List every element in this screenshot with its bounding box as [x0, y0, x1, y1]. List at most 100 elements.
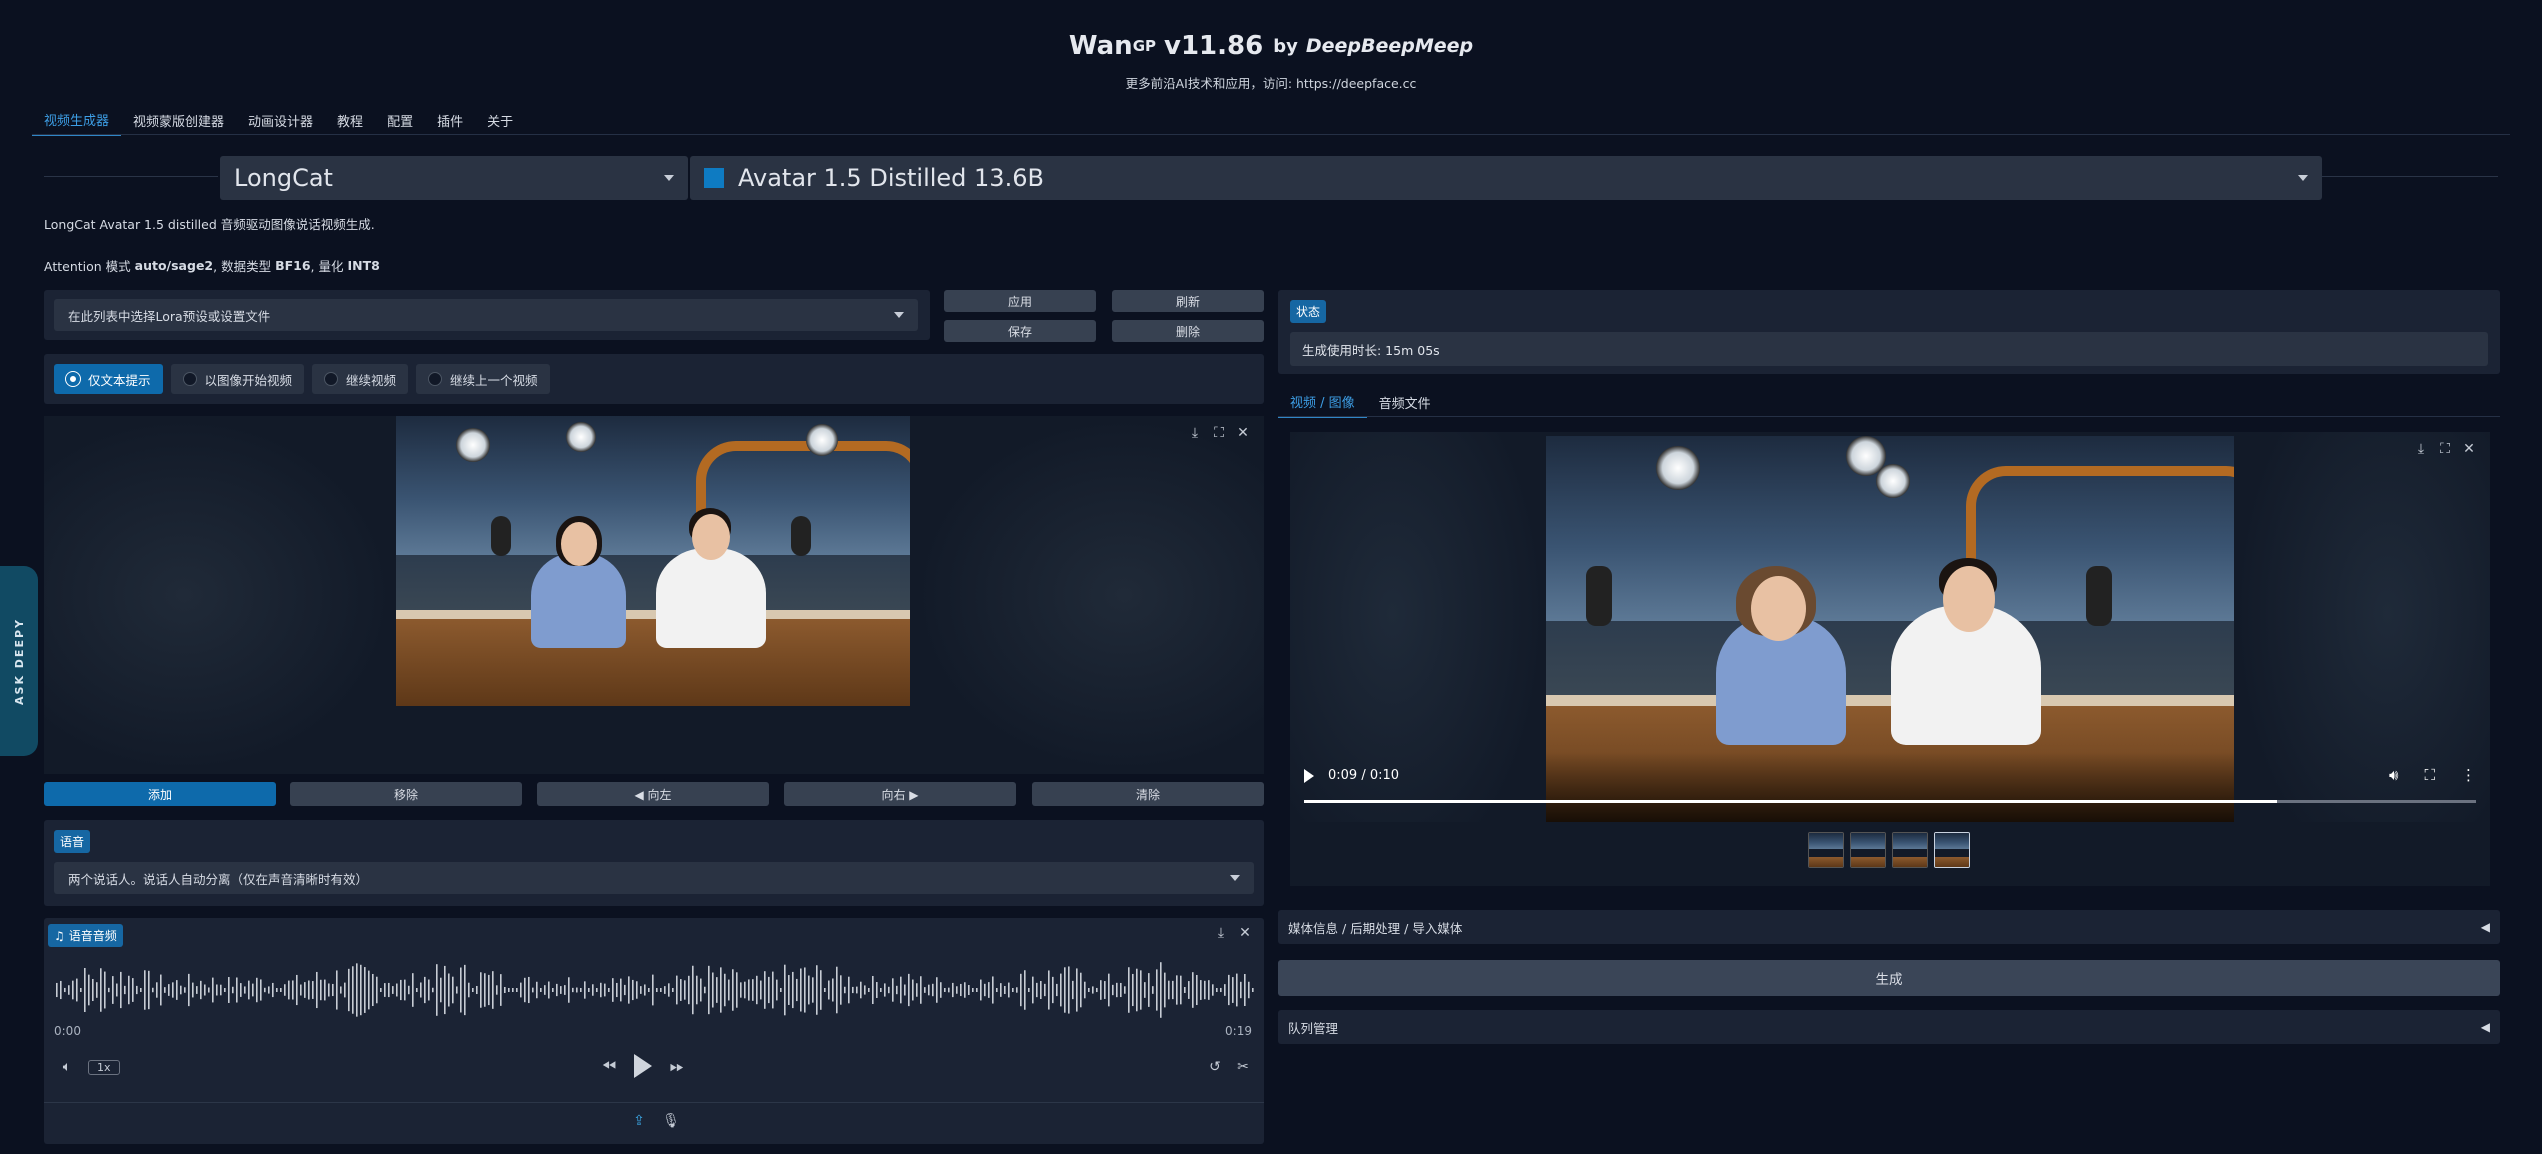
close-icon[interactable]: ✕ — [1236, 924, 1254, 942]
tab-plugins[interactable]: 插件 — [425, 105, 475, 135]
speech-select[interactable]: 两个说话人。说话人自动分离（仅在声音清晰时有效） — [54, 862, 1254, 894]
waveform-bar — [1240, 981, 1242, 999]
download-icon[interactable]: ⤓ — [1186, 424, 1204, 442]
tab-about[interactable]: 关于 — [475, 105, 525, 135]
generate-button[interactable]: 生成 — [1278, 960, 2500, 996]
add-button[interactable]: 添加 — [44, 782, 276, 806]
waveform-bar — [228, 977, 230, 1003]
waveform-bar — [1092, 986, 1094, 994]
waveform-bar — [92, 978, 94, 1002]
more-options-icon[interactable]: ⋮ — [2461, 766, 2476, 784]
volume-icon[interactable]: 🔈︎ — [58, 1058, 76, 1076]
fullscreen-icon[interactable]: ⛶ — [2436, 440, 2454, 458]
reset-icon[interactable]: ↺ — [1206, 1058, 1224, 1076]
waveform-bar — [60, 980, 62, 1000]
waveform-bar — [428, 979, 430, 1001]
mode-continue-video[interactable]: 继续视频 — [312, 364, 409, 394]
waveform-bar — [152, 987, 154, 993]
gallery-main-image[interactable] — [396, 416, 910, 706]
tab-animation-designer[interactable]: 动画设计器 — [236, 105, 325, 135]
waveform-bar — [1172, 980, 1174, 1000]
remove-button[interactable]: 移除 — [290, 782, 522, 806]
waveform-bar — [1192, 972, 1194, 1008]
dtype-value: BF16 — [275, 258, 311, 273]
ask-deepy-side-tab[interactable]: ASK DEEPY — [0, 566, 38, 756]
waveform-bar — [576, 987, 578, 993]
move-left-button[interactable]: ◀ 向左 — [537, 782, 769, 806]
tab-video-generator[interactable]: 视频生成器 — [32, 104, 122, 136]
clear-button[interactable]: 清除 — [1032, 782, 1264, 806]
video-thumbnail[interactable] — [1808, 832, 1844, 868]
download-icon[interactable]: ⤓ — [2412, 440, 2430, 458]
video-thumbnails — [1808, 832, 1970, 868]
tab-audio-file[interactable]: 音频文件 — [1367, 387, 1443, 417]
waveform-bar — [472, 988, 474, 992]
mode-continue-last[interactable]: 继续上一个视频 — [416, 364, 550, 394]
status-panel: 状态 生成使用时长: 15m 05s — [1278, 290, 2500, 374]
play-icon[interactable] — [634, 1054, 652, 1078]
mode-text-only[interactable]: 仅文本提示 — [54, 364, 163, 394]
fullscreen-icon[interactable]: ⛶ — [1210, 424, 1228, 442]
player-progress-track[interactable] — [1304, 800, 2476, 803]
waveform-bar — [972, 988, 974, 992]
download-icon[interactable]: ⤓ — [1212, 924, 1230, 942]
microphone-icon[interactable]: 🎙︎ — [662, 1112, 680, 1130]
move-right-button[interactable]: 向右 ▶ — [784, 782, 1016, 806]
waveform-bar — [304, 982, 306, 998]
model-name-select[interactable]: Avatar 1.5 Distilled 13.6B — [690, 156, 2322, 200]
waveform-bar — [140, 988, 142, 992]
save-button[interactable]: 保存 — [944, 320, 1096, 342]
waveform-bar — [564, 985, 566, 995]
video-thumbnail[interactable] — [1892, 832, 1928, 868]
chevron-down-icon — [894, 312, 904, 318]
waveform-bar — [456, 986, 458, 994]
waveform-bar — [756, 975, 758, 1005]
tab-mask-creator[interactable]: 视频蒙版创建器 — [121, 105, 236, 135]
fast-forward-icon[interactable]: ⏩︎ — [668, 1056, 686, 1077]
waveform-bar — [396, 983, 398, 997]
waveform-bar — [616, 982, 618, 998]
volume-icon[interactable]: 🔊︎ — [2389, 766, 2398, 784]
waveform-bar — [412, 973, 414, 1007]
mode-label: 以图像开始视频 — [204, 372, 293, 388]
waveform-bar — [416, 988, 418, 992]
trim-icon[interactable]: ✂ — [1234, 1058, 1252, 1076]
fullscreen-icon[interactable]: ⛶ — [2424, 766, 2435, 784]
waveform-bar — [540, 988, 542, 992]
speed-button[interactable]: 1x — [88, 1059, 120, 1075]
model-family-select[interactable]: LongCat — [220, 156, 688, 200]
waveform-bar — [204, 984, 206, 996]
waveform-bar — [352, 966, 354, 1014]
upload-icon[interactable]: ⇪ — [630, 1112, 648, 1130]
media-info-accordion[interactable]: 媒体信息 / 后期处理 / 导入媒体 ◀ — [1278, 910, 2500, 944]
tab-config[interactable]: 配置 — [375, 105, 425, 135]
waveform-bar — [632, 979, 634, 1001]
waveform-bar — [144, 970, 146, 1010]
video-thumbnail-selected[interactable] — [1934, 832, 1970, 868]
queue-accordion[interactable]: 队列管理 ◀ — [1278, 1010, 2500, 1044]
video-player[interactable] — [1546, 436, 2234, 822]
audio-waveform[interactable] — [54, 960, 1254, 1020]
tab-tutorial[interactable]: 教程 — [325, 105, 375, 135]
mode-start-image[interactable]: 以图像开始视频 — [170, 364, 305, 394]
refresh-button[interactable]: 刷新 — [1112, 290, 1264, 312]
waveform-bar — [1044, 983, 1046, 997]
speech-panel: 语音 两个说话人。说话人自动分离（仅在声音清晰时有效） — [44, 820, 1264, 906]
radio-dot — [324, 372, 339, 386]
waveform-bar — [780, 988, 782, 992]
waveform-bar — [744, 981, 746, 999]
waveform-bar — [1028, 988, 1030, 992]
close-icon[interactable]: ✕ — [2460, 440, 2478, 458]
play-icon[interactable] — [1304, 768, 1314, 783]
tab-video-image[interactable]: 视频 / 图像 — [1278, 386, 1367, 418]
close-icon[interactable]: ✕ — [1234, 424, 1252, 442]
lora-preset-select[interactable]: 在此列表中选择Lora预设或设置文件 — [54, 299, 918, 331]
model-family-value: LongCat — [234, 164, 333, 192]
waveform-bar — [1204, 980, 1206, 1000]
apply-button[interactable]: 应用 — [944, 290, 1096, 312]
waveform-bar — [556, 983, 558, 997]
rewind-icon[interactable]: ⏪︎ — [600, 1056, 618, 1077]
video-thumbnail[interactable] — [1850, 832, 1886, 868]
delete-button[interactable]: 删除 — [1112, 320, 1264, 342]
waveform-bar — [348, 968, 350, 1012]
